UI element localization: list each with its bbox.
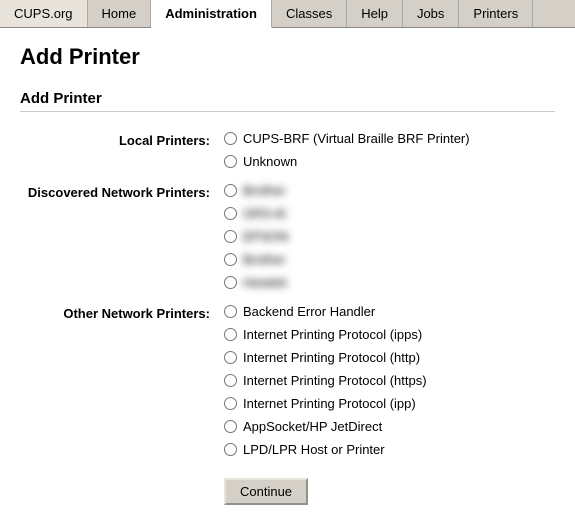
table-row: EPSON — [20, 226, 555, 249]
page-content: Add Printer Add Printer Local Printers: C… — [0, 28, 575, 521]
printer-radio-http[interactable] — [224, 351, 237, 364]
nav-item-administration[interactable]: Administration — [151, 0, 272, 28]
continue-button[interactable]: Continue — [224, 478, 308, 505]
printer-radio-unknown[interactable] — [224, 155, 237, 168]
printer-radio-backend-error[interactable] — [224, 305, 237, 318]
add-printer-form: Local Printers: CUPS-BRF (Virtual Braille… — [20, 128, 555, 505]
table-row: LPD/LPR Host or Printer — [20, 439, 555, 462]
table-row: Unknown — [20, 151, 555, 174]
radio-option: Internet Printing Protocol (http) — [224, 350, 551, 365]
table-row: Internet Printing Protocol (http) — [20, 347, 555, 370]
printer-radio-cups-brf[interactable] — [224, 132, 237, 145]
table-row: Discovered Network Printers: Brother — [20, 180, 555, 203]
nav-item-home[interactable]: Home — [88, 0, 152, 27]
radio-option: GR3-Al — [224, 206, 551, 221]
printer-radio-lpd[interactable] — [224, 443, 237, 456]
button-row: Continue — [20, 478, 555, 505]
table-row: AppSocket/HP JetDirect — [20, 416, 555, 439]
radio-option: Unknown — [224, 154, 551, 169]
nav-item-help[interactable]: Help — [347, 0, 403, 27]
printer-label-brother2[interactable]: Brother — [243, 252, 286, 267]
section-title: Add Printer — [20, 90, 555, 112]
printer-label-http[interactable]: Internet Printing Protocol (http) — [243, 350, 420, 365]
printer-options-table: Local Printers: CUPS-BRF (Virtual Braille… — [20, 128, 555, 462]
table-row: Internet Printing Protocol (ipp) — [20, 393, 555, 416]
radio-option: Brother — [224, 252, 551, 267]
page-title: Add Printer — [20, 44, 555, 70]
table-row: Hewlett — [20, 272, 555, 295]
printer-radio-ipps[interactable] — [224, 328, 237, 341]
printer-label-cups-brf[interactable]: CUPS-BRF (Virtual Braille BRF Printer) — [243, 131, 470, 146]
radio-option: AppSocket/HP JetDirect — [224, 419, 551, 434]
table-row: Internet Printing Protocol (https) — [20, 370, 555, 393]
printer-label-ipp[interactable]: Internet Printing Protocol (ipp) — [243, 396, 416, 411]
group-label-0: Local Printers: — [20, 128, 220, 151]
table-row: GR3-Al — [20, 203, 555, 226]
radio-option: Internet Printing Protocol (ipp) — [224, 396, 551, 411]
nav-item-classes[interactable]: Classes — [272, 0, 347, 27]
nav-item-jobs[interactable]: Jobs — [403, 0, 459, 27]
printer-radio-gr3al[interactable] — [224, 207, 237, 220]
printer-label-appsocket[interactable]: AppSocket/HP JetDirect — [243, 419, 382, 434]
printer-radio-appsocket[interactable] — [224, 420, 237, 433]
group-label-1: Discovered Network Printers: — [20, 180, 220, 203]
printer-label-lpd[interactable]: LPD/LPR Host or Printer — [243, 442, 385, 457]
printer-radio-https[interactable] — [224, 374, 237, 387]
nav-item-printers[interactable]: Printers — [459, 0, 533, 27]
radio-option: EPSON — [224, 229, 551, 244]
radio-option: LPD/LPR Host or Printer — [224, 442, 551, 457]
table-row: Local Printers: CUPS-BRF (Virtual Braille… — [20, 128, 555, 151]
printer-radio-brother2[interactable] — [224, 253, 237, 266]
table-row: Other Network Printers: Backend Error Han… — [20, 301, 555, 324]
printer-label-unknown[interactable]: Unknown — [243, 154, 297, 169]
printer-label-https[interactable]: Internet Printing Protocol (https) — [243, 373, 427, 388]
printer-label-brother1[interactable]: Brother — [243, 183, 286, 198]
printer-label-ipps[interactable]: Internet Printing Protocol (ipps) — [243, 327, 422, 342]
printer-radio-ipp[interactable] — [224, 397, 237, 410]
group-label-2: Other Network Printers: — [20, 301, 220, 324]
radio-option: Internet Printing Protocol (https) — [224, 373, 551, 388]
radio-option: Brother — [224, 183, 551, 198]
table-row: Internet Printing Protocol (ipps) — [20, 324, 555, 347]
radio-option: Internet Printing Protocol (ipps) — [224, 327, 551, 342]
printer-label-epson[interactable]: EPSON — [243, 229, 289, 244]
printer-label-hewlett[interactable]: Hewlett — [243, 275, 286, 290]
printer-radio-brother1[interactable] — [224, 184, 237, 197]
printer-label-backend-error[interactable]: Backend Error Handler — [243, 304, 375, 319]
table-row: Brother — [20, 249, 555, 272]
radio-option: Backend Error Handler — [224, 304, 551, 319]
nav-item-cupsorg[interactable]: CUPS.org — [0, 0, 88, 27]
main-nav: CUPS.orgHomeAdministrationClassesHelpJob… — [0, 0, 575, 28]
printer-radio-epson[interactable] — [224, 230, 237, 243]
printer-label-gr3al[interactable]: GR3-Al — [243, 206, 286, 221]
printer-radio-hewlett[interactable] — [224, 276, 237, 289]
radio-option: CUPS-BRF (Virtual Braille BRF Printer) — [224, 131, 551, 146]
radio-option: Hewlett — [224, 275, 551, 290]
